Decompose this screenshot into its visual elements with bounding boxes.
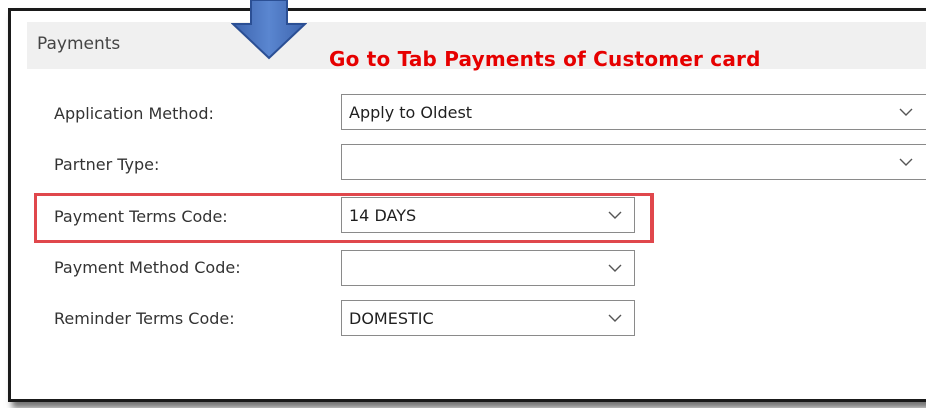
partner-type-label: Partner Type:: [54, 155, 160, 174]
payment-terms-code-value: 14 DAYS: [349, 206, 417, 225]
annotation-text: Go to Tab Payments of Customer card: [329, 47, 761, 71]
reminder-terms-code-select[interactable]: DOMESTIC: [341, 300, 635, 336]
chevron-down-icon[interactable]: [608, 261, 622, 275]
payment-terms-code-select[interactable]: 14 DAYS: [341, 197, 635, 233]
chevron-down-icon[interactable]: [899, 155, 913, 169]
chevron-down-icon[interactable]: [899, 105, 913, 119]
chevron-down-icon[interactable]: [608, 208, 622, 222]
reminder-terms-code-label: Reminder Terms Code:: [54, 309, 235, 328]
arrow-down-icon: [231, 0, 307, 60]
payment-terms-code-label: Payment Terms Code:: [54, 207, 228, 226]
application-method-select[interactable]: Apply to Oldest: [341, 94, 926, 130]
payment-method-code-select[interactable]: [341, 250, 635, 286]
section-title: Payments: [37, 34, 121, 54]
partner-type-select[interactable]: [341, 144, 926, 180]
reminder-terms-code-value: DOMESTIC: [349, 309, 434, 328]
payment-method-code-label: Payment Method Code:: [54, 258, 241, 277]
application-method-label: Application Method:: [54, 104, 214, 123]
application-method-value: Apply to Oldest: [349, 103, 473, 122]
chevron-down-icon[interactable]: [608, 311, 622, 325]
